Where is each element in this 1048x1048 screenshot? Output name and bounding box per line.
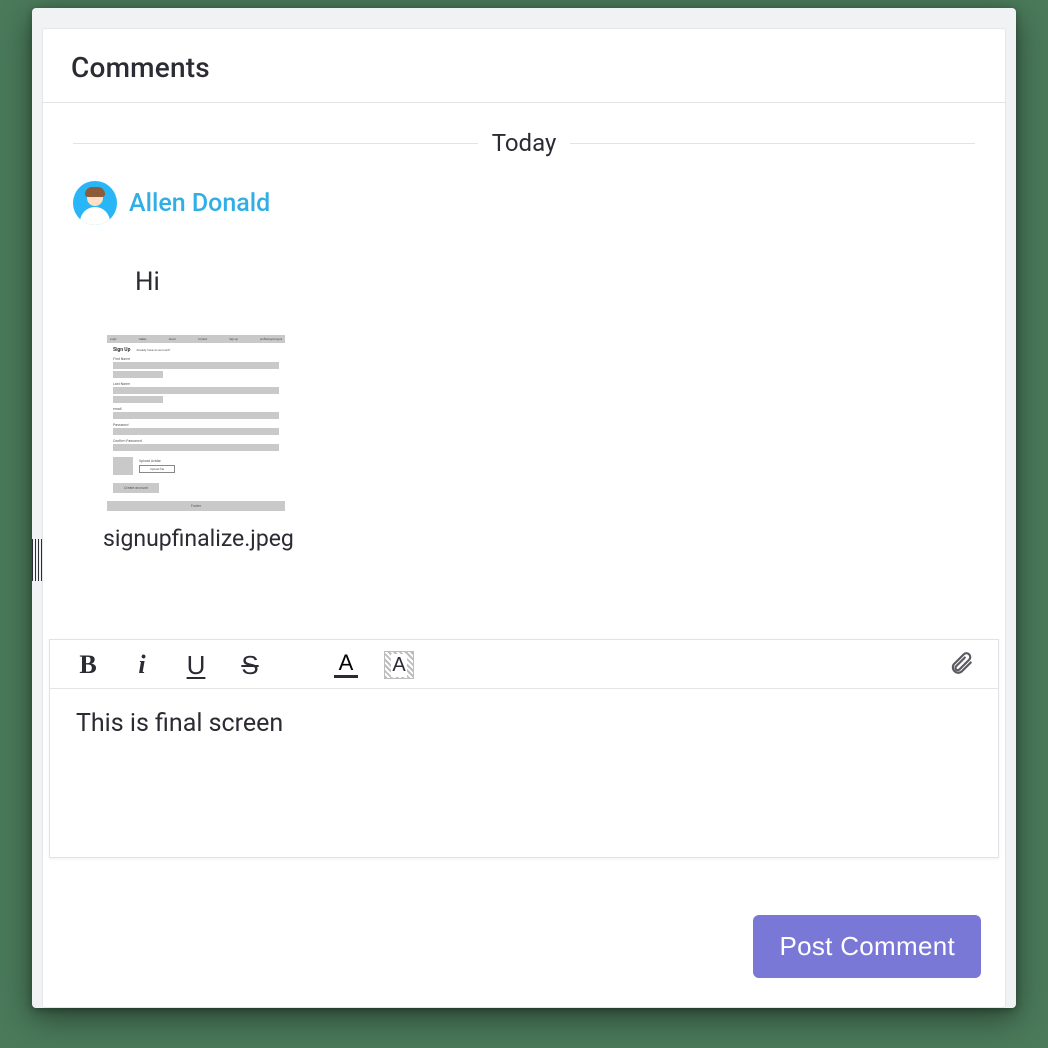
thumb-create-button: Create account — [113, 483, 159, 493]
attachment-filename: signupfinalize.jpeg — [103, 525, 975, 552]
post-comment-button[interactable]: Post Comment — [753, 915, 981, 978]
italic-button[interactable]: i — [128, 650, 156, 680]
thumb-field-label: Confirm Password — [113, 439, 279, 443]
author-name[interactable]: Allen Donald — [129, 189, 270, 218]
thumb-footer: Footer — [107, 501, 285, 511]
bold-button[interactable]: B — [74, 650, 102, 680]
divider-line-right — [570, 143, 975, 144]
thumb-field-label: Password — [113, 423, 279, 427]
thumb-field-label: email — [113, 407, 279, 411]
app-card: Comments Today Allen Donald Hi Login Gal… — [32, 8, 1016, 1008]
text-color-button[interactable]: A — [334, 652, 358, 678]
thumb-nav-item: Contact — [198, 337, 207, 341]
comment-author-row: Allen Donald — [73, 181, 975, 225]
comment-body: Hi — [135, 267, 975, 297]
resize-handle-icon[interactable] — [32, 536, 42, 584]
editor-toolbar: B i U S A A — [50, 640, 998, 689]
comments-panel: Comments Today Allen Donald Hi Login Gal… — [42, 28, 1006, 1008]
highlight-glyph: A — [391, 654, 406, 677]
divider-line-left — [73, 143, 478, 144]
thumb-field-label: First Name — [113, 357, 279, 361]
avatar[interactable] — [73, 181, 117, 225]
attachment-icon[interactable] — [948, 650, 974, 680]
comment-attachment: Login Gallery About Contact Sign up prof… — [103, 331, 975, 552]
thumb-upload-label: Upload Avatar — [139, 459, 175, 463]
divider-label: Today — [492, 129, 557, 157]
editor-textarea[interactable]: This is final screen — [50, 689, 998, 857]
thumb-upload-button: Upload file — [139, 465, 175, 473]
strikethrough-button[interactable]: S — [236, 650, 264, 680]
thumb-nav-item: Sign up — [229, 337, 238, 341]
comment-editor: B i U S A A This is final screen — [49, 639, 999, 858]
thumb-nav-item: profile/login/logout — [260, 337, 282, 341]
thumb-heading: Sign Up — [113, 347, 130, 353]
panel-title: Comments — [71, 51, 977, 84]
panel-header: Comments — [43, 29, 1005, 103]
thumb-nav-item: Login — [110, 337, 116, 341]
thumb-field-label: Last Name — [113, 382, 279, 386]
comment-text: Hi — [135, 267, 975, 297]
thumb-nav-item: About — [169, 337, 176, 341]
post-row: Post Comment — [753, 915, 981, 978]
highlight-color-button[interactable]: A — [384, 651, 414, 679]
thumb-nav-item: Gallery — [139, 337, 147, 341]
text-color-glyph: A — [339, 652, 354, 674]
date-divider: Today — [73, 129, 975, 157]
attachment-thumbnail[interactable]: Login Gallery About Contact Sign up prof… — [103, 331, 289, 513]
thumb-subheading: Already have an account? — [136, 348, 170, 352]
underline-button[interactable]: U — [182, 650, 210, 680]
comment-item: Allen Donald — [43, 181, 1005, 237]
